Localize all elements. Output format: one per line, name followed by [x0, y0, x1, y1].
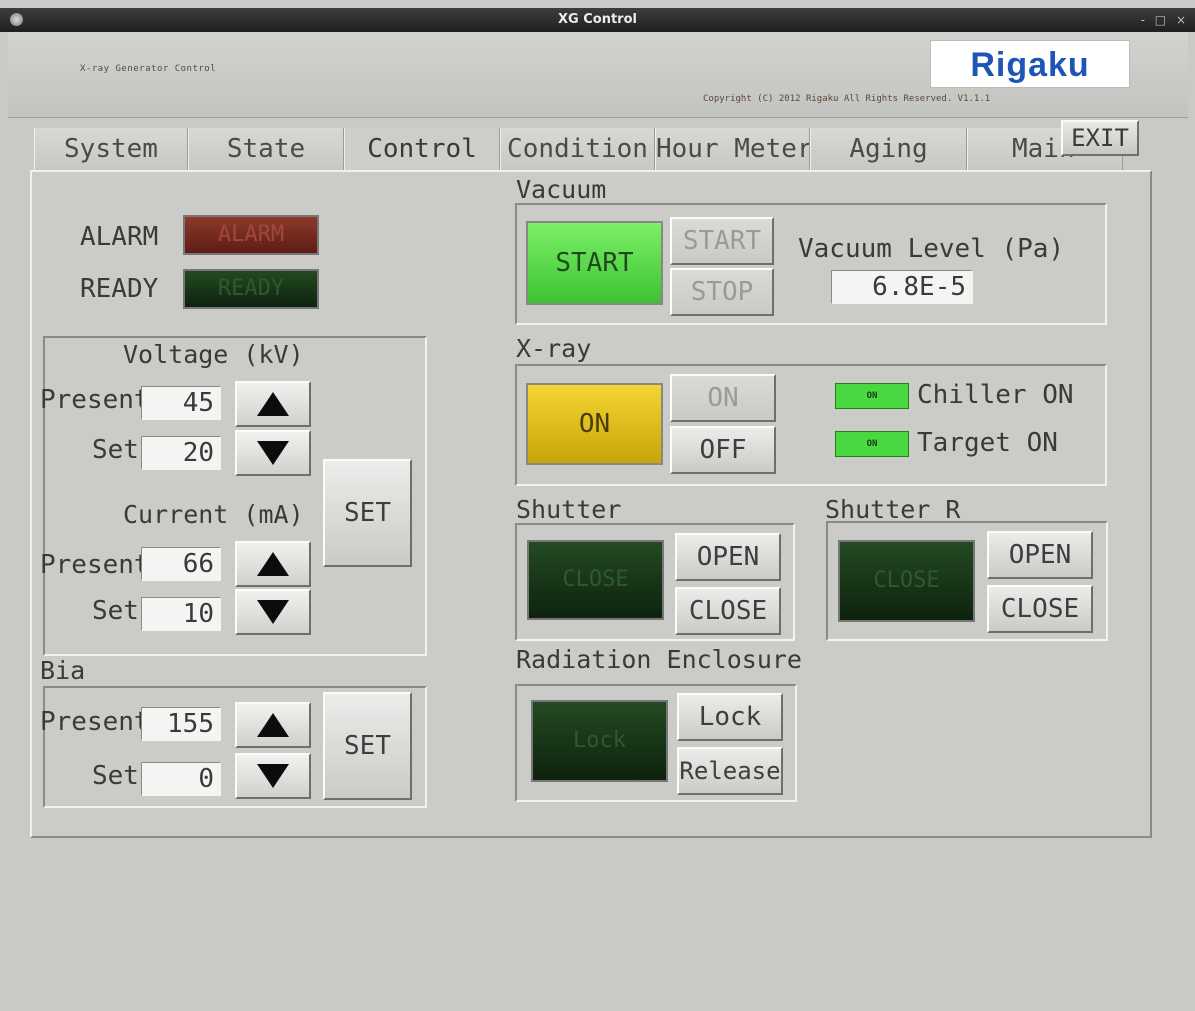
vc-set-button[interactable]: SET [323, 459, 412, 567]
vacuum-level-value: 6.8E-5 [831, 270, 973, 304]
shutter-indicator: CLOSE [527, 540, 664, 620]
voltage-present-field: 45 [141, 386, 221, 420]
window-controls[interactable]: - □ × [1141, 8, 1189, 32]
shutter-close-button[interactable]: CLOSE [675, 587, 781, 635]
window-title: XG Control [558, 12, 637, 27]
xray-indicator: ON [526, 383, 663, 465]
shutter-r-indicator: CLOSE [838, 540, 975, 622]
bia-up-button[interactable] [235, 702, 311, 748]
bia-set-field[interactable]: 0 [141, 762, 221, 796]
bia-down-button[interactable] [235, 753, 311, 799]
enclosure-lock-button[interactable]: Lock [677, 693, 783, 741]
current-set-label: Set [92, 596, 139, 626]
shutter-title: Shutter [516, 495, 622, 524]
current-present-label: Present [40, 550, 150, 580]
alarm-indicator: ALARM [183, 215, 319, 255]
rigaku-logo: Rigaku [930, 40, 1130, 88]
arrow-up-icon [257, 713, 289, 737]
voltage-title: Voltage (kV) [123, 340, 304, 369]
app-subtitle: X-ray Generator Control [80, 64, 217, 74]
current-title: Current (mA) [123, 500, 304, 529]
alarm-label: ALARM [80, 222, 159, 252]
exit-button[interactable]: EXIT [1061, 120, 1139, 156]
window-titlebar: XG Control - □ × [0, 8, 1195, 32]
vacuum-indicator: START [526, 221, 663, 305]
app-icon [10, 13, 23, 26]
arrow-down-icon [257, 441, 289, 465]
enclosure-title: Radiation Enclosure [516, 645, 802, 674]
copyright-text: Copyright (C) 2012 Rigaku All Rights Res… [703, 94, 991, 104]
tab-hour-meter[interactable]: Hour Meter [655, 128, 810, 172]
tab-control[interactable]: Control [344, 128, 500, 172]
xray-on-button[interactable]: ON [670, 374, 776, 422]
target-led: ON [835, 431, 909, 457]
tab-system[interactable]: System [34, 128, 188, 172]
tab-aging[interactable]: Aging [810, 128, 967, 172]
arrow-up-icon [257, 552, 289, 576]
bia-set-label: Set [92, 761, 139, 791]
tab-condition[interactable]: Condition [500, 128, 655, 172]
tab-state[interactable]: State [188, 128, 344, 172]
current-set-field[interactable]: 10 [141, 597, 221, 631]
ready-indicator: READY [183, 269, 319, 309]
arrow-down-icon [257, 600, 289, 624]
ready-label: READY [80, 274, 159, 304]
voltage-present-label: Present [40, 385, 150, 415]
bia-present-label: Present [40, 707, 150, 737]
current-down-button[interactable] [235, 589, 311, 635]
enclosure-release-button[interactable]: Release [677, 747, 783, 795]
xray-off-button[interactable]: OFF [670, 426, 776, 474]
voltage-up-button[interactable] [235, 381, 311, 427]
vacuum-start-button[interactable]: START [670, 217, 774, 265]
voltage-set-label: Set [92, 435, 139, 465]
enclosure-indicator: Lock [531, 700, 668, 782]
voltage-down-button[interactable] [235, 430, 311, 476]
chiller-led: ON [835, 383, 909, 409]
bia-present-field: 155 [141, 707, 221, 741]
chiller-label: Chiller ON [917, 380, 1074, 410]
xray-title: X-ray [516, 334, 592, 363]
vacuum-title: Vacuum [516, 175, 607, 204]
shutter-r-title: Shutter R [825, 495, 961, 524]
target-label: Target ON [917, 428, 1058, 458]
arrow-up-icon [257, 392, 289, 416]
current-up-button[interactable] [235, 541, 311, 587]
arrow-down-icon [257, 764, 289, 788]
current-present-field: 66 [141, 547, 221, 581]
shutter-open-button[interactable]: OPEN [675, 533, 781, 581]
vacuum-level-label: Vacuum Level (Pa) [798, 234, 1065, 264]
bia-set-button[interactable]: SET [323, 692, 412, 800]
vacuum-stop-button[interactable]: STOP [670, 268, 774, 316]
shutter-r-open-button[interactable]: OPEN [987, 531, 1093, 579]
voltage-set-field[interactable]: 20 [141, 436, 221, 470]
bia-title: Bia [40, 656, 86, 685]
shutter-r-close-button[interactable]: CLOSE [987, 585, 1093, 633]
